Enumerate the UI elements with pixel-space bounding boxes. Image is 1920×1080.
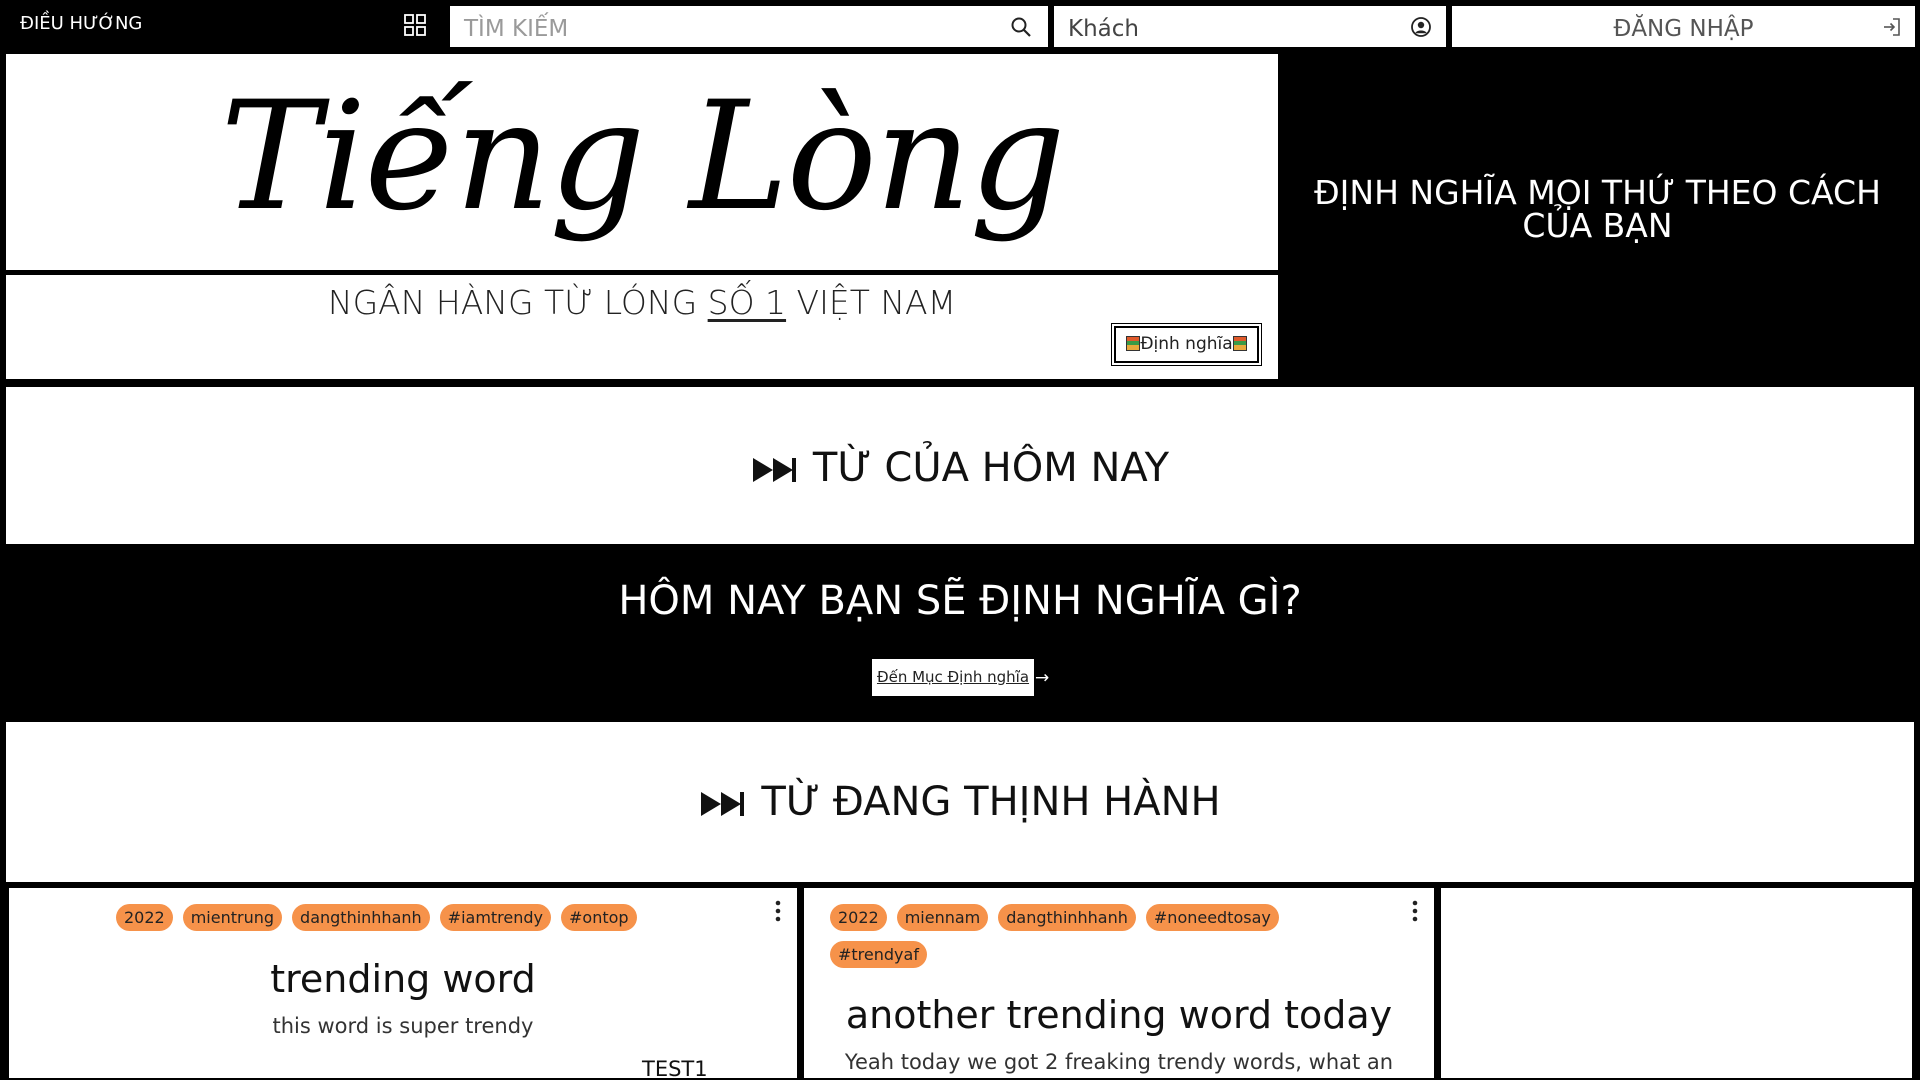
go-to-define-link[interactable]: Đến Mục Định nghĩa [872, 659, 1034, 696]
book-icon [1126, 336, 1141, 351]
fast-forward-icon [701, 792, 745, 816]
tag[interactable]: dangthinhhanh [292, 904, 430, 931]
trending-word-card[interactable]: 2022 mientrung dangthinhhanh #iamtrendy … [7, 886, 799, 1080]
grid-icon[interactable] [404, 14, 426, 36]
tag[interactable]: miennam [896, 904, 989, 931]
login-button[interactable]: ĐĂNG NHẬP [1451, 5, 1916, 48]
user-account-box[interactable]: Khách [1053, 5, 1447, 48]
fast-forward-icon [752, 458, 796, 482]
tag[interactable]: 2022 [830, 904, 887, 931]
cta-title: HÔM NAY BẠN SẼ ĐỊNH NGHĨA GÌ? [618, 578, 1302, 624]
trending-words-title: TỪ ĐANG THỊNH HÀNH [6, 774, 1914, 830]
kebab-menu-icon[interactable] [775, 900, 781, 922]
word-of-the-day-section: TỪ CỦA HÔM NAY [6, 387, 1914, 544]
top-navigation-bar: ĐIỀU HƯỚNG TÌM KIẾM Khách ĐĂNG NHẬP [0, 0, 1920, 50]
tag[interactable]: #ontop [561, 904, 637, 931]
hero-logo-panel: Tiếng Lòng [6, 54, 1278, 270]
word-author[interactable]: TEST1 [642, 1056, 708, 1078]
kebab-menu-icon[interactable] [1412, 900, 1418, 922]
word-of-the-day-title: TỪ CỦA HÔM NAY [6, 443, 1914, 493]
tag-list: 2022 miennam dangthinhhanh #noneedtosay … [830, 904, 1350, 968]
tag[interactable]: #trendyaf [830, 941, 927, 968]
login-icon [1884, 18, 1900, 36]
search-icon[interactable] [1010, 16, 1032, 38]
site-tagline: ĐỊNH NGHĨA MỌI THỨ THEO CÁCH CỦA BẠN [1314, 173, 1881, 245]
slogan-text-end: VIỆT NAM [786, 283, 957, 322]
tag[interactable]: #iamtrendy [439, 904, 552, 931]
arrow-right-icon: → [1035, 668, 1050, 688]
tag[interactable]: 2022 [116, 904, 173, 931]
word-title[interactable]: trending word [9, 954, 797, 1004]
search-input[interactable]: TÌM KIẾM [449, 5, 1049, 48]
define-button[interactable]: Định nghĩa [1114, 326, 1259, 363]
define-button-label: Định nghĩa [1140, 334, 1233, 354]
trending-words-section: TỪ ĐANG THỊNH HÀNH [6, 722, 1914, 882]
site-logo[interactable]: Tiếng Lòng [6, 62, 1278, 252]
slogan-text-start: NGÂN HÀNG TỪ LÓNG [327, 283, 708, 322]
hero-slogan-panel: NGÂN HÀNG TỪ LÓNG SỐ 1 VIỆT NAM Định ngh… [6, 275, 1278, 379]
nav-menu-label[interactable]: ĐIỀU HƯỚNG [20, 12, 142, 36]
tag[interactable]: dangthinhhanh [998, 904, 1136, 931]
trending-word-card[interactable]: 2022 miennam dangthinhhanh #noneedtosay … [802, 886, 1436, 1080]
slogan-highlight: SỐ 1 [707, 283, 787, 322]
site-slogan: NGÂN HÀNG TỪ LÓNG SỐ 1 VIỆT NAM [6, 281, 1278, 325]
word-title[interactable]: another trending word today [804, 990, 1434, 1040]
login-label: ĐĂNG NHẬP [1613, 16, 1754, 42]
search-placeholder: TÌM KIẾM [464, 16, 569, 42]
word-description: this word is super trendy [272, 1014, 534, 1038]
word-description: Yeah today we got 2 freaking trendy word… [844, 1050, 1394, 1074]
guest-label: Khách [1068, 16, 1139, 42]
trending-words-label: TỪ ĐANG THỊNH HÀNH [761, 779, 1221, 825]
tag[interactable]: #noneedtosay [1145, 904, 1279, 931]
book-icon [1232, 336, 1247, 351]
user-circle-icon [1411, 17, 1431, 37]
tag-list: 2022 mientrung dangthinhhanh #iamtrendy … [116, 904, 736, 931]
tag[interactable]: mientrung [182, 904, 283, 931]
word-of-the-day-label: TỪ CỦA HÔM NAY [812, 445, 1170, 491]
empty-card-slot [1439, 886, 1914, 1080]
